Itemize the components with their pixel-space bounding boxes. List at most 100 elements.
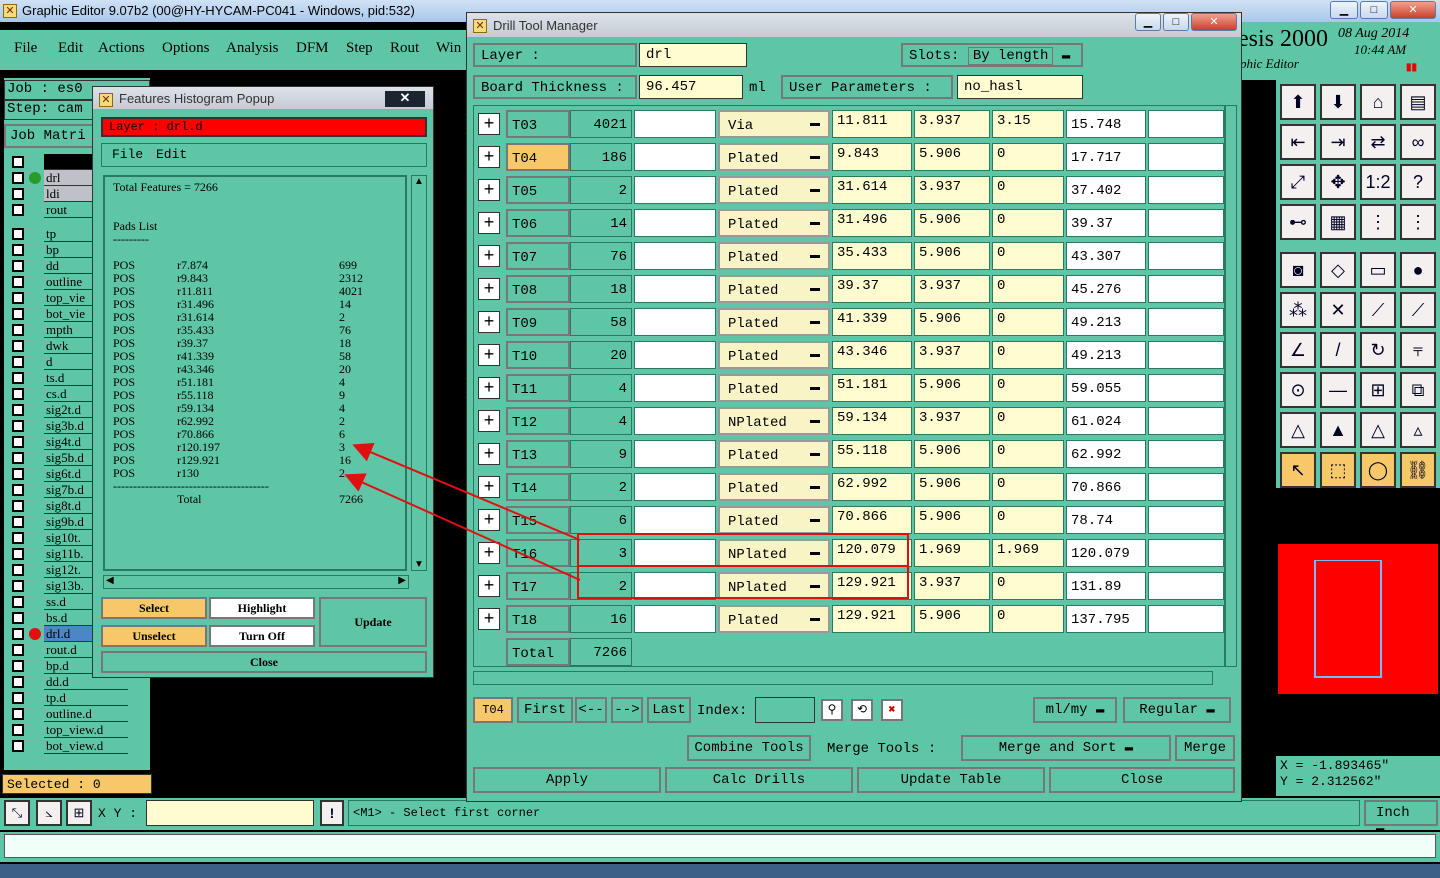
tool-tol-plus[interactable]: 3.937	[914, 176, 990, 204]
tool-drill-size[interactable]: 37.402	[1066, 176, 1146, 204]
rotate-icon[interactable]: ↻	[1360, 332, 1396, 368]
connect-icon[interactable]: ⁂	[1280, 292, 1316, 328]
tool-drill-size[interactable]: 43.307	[1066, 242, 1146, 270]
tool-extra-input[interactable]	[1148, 572, 1224, 600]
tool-tol-minus[interactable]: 3.15	[992, 110, 1064, 138]
menu-rout[interactable]: Rout	[390, 40, 419, 57]
tool-tol-plus[interactable]: 5.906	[914, 440, 990, 468]
layer-checkbox[interactable]	[12, 188, 24, 200]
tool-size[interactable]: 31.496	[832, 209, 912, 237]
tool-tol-minus[interactable]: 0	[992, 407, 1064, 435]
ruler-icon[interactable]: ⊷	[1280, 204, 1316, 240]
layer-checkbox[interactable]	[12, 340, 24, 352]
tool-finish-input[interactable]	[634, 242, 716, 270]
snap-icon[interactable]: ◙	[1280, 252, 1316, 288]
hist-menu-edit[interactable]: Edit	[156, 147, 187, 162]
tool-tol-minus[interactable]: 0	[992, 275, 1064, 303]
tool-size[interactable]: 62.992	[832, 473, 912, 501]
tool-tol-plus[interactable]: 3.937	[914, 275, 990, 303]
layer-checkbox[interactable]	[12, 692, 24, 704]
tool-size[interactable]: 31.614	[832, 176, 912, 204]
tool-extra-input[interactable]	[1148, 209, 1224, 237]
layer-checkbox[interactable]	[12, 548, 24, 560]
layer-checkbox[interactable]	[12, 260, 24, 272]
tool-size[interactable]: 59.134	[832, 407, 912, 435]
tool-finish-input[interactable]	[634, 440, 716, 468]
fit-icon[interactable]: ⤢	[1280, 164, 1316, 200]
tool-extra-input[interactable]	[1148, 407, 1224, 435]
layer-up-icon[interactable]: ⋮	[1360, 204, 1396, 240]
expand-icon[interactable]: +	[478, 179, 500, 201]
layer-checkbox[interactable]	[12, 452, 24, 464]
layer-checkbox[interactable]	[12, 724, 24, 736]
tool-extra-input[interactable]	[1148, 110, 1224, 138]
export-icon[interactable]: ⇥	[1320, 124, 1356, 160]
layer-checkbox[interactable]	[12, 308, 24, 320]
tool-tol-minus[interactable]: 0	[992, 473, 1064, 501]
tool-tol-plus[interactable]: 5.906	[914, 506, 990, 534]
close-main-button[interactable]: ✕	[1390, 1, 1436, 19]
table-vscrollbar[interactable]	[1225, 105, 1237, 667]
tool-finish-input[interactable]	[634, 209, 716, 237]
hist-close-icon[interactable]: ✕	[385, 91, 425, 107]
tool-name[interactable]: T10	[506, 341, 570, 369]
tool-finish-input[interactable]	[634, 110, 716, 138]
tri4-icon[interactable]: ▵	[1400, 412, 1436, 448]
tool-finish-input[interactable]	[634, 176, 716, 204]
tool-drill-size[interactable]: 78.74	[1066, 506, 1146, 534]
expand-icon[interactable]: +	[478, 476, 500, 498]
dtm-minimize-button[interactable]: ▁	[1135, 13, 1161, 31]
expand-icon[interactable]: +	[478, 608, 500, 630]
hist-close-button[interactable]: Close	[101, 651, 427, 673]
grid-icon[interactable]: ⊞	[66, 800, 92, 826]
tri3-icon[interactable]: △	[1360, 412, 1396, 448]
layer-checkbox[interactable]	[12, 156, 24, 168]
edit-shape-icon[interactable]: ◇	[1320, 252, 1356, 288]
grid-icon[interactable]: ▦	[1320, 204, 1356, 240]
tool-drill-size[interactable]: 15.748	[1066, 110, 1146, 138]
xy-input[interactable]	[146, 800, 314, 826]
layer-checkbox[interactable]	[12, 228, 24, 240]
tool-extra-input[interactable]	[1148, 605, 1224, 633]
layer-checkbox[interactable]	[12, 628, 24, 640]
tool-drill-size[interactable]: 59.055	[1066, 374, 1146, 402]
tool-tol-plus[interactable]: 5.906	[914, 308, 990, 336]
tool-tol-minus[interactable]: 0	[992, 242, 1064, 270]
tool-size[interactable]: 9.843	[832, 143, 912, 171]
tool-tol-minus[interactable]: 0	[992, 308, 1064, 336]
select-box-icon[interactable]: ⬚	[1320, 452, 1356, 488]
layer-checkbox[interactable]	[12, 172, 24, 184]
units-select[interactable]: Inch ▬	[1364, 800, 1438, 837]
panel-icon[interactable]: ▤	[1400, 84, 1436, 120]
slots-select[interactable]: Slots: By length ▬	[901, 43, 1083, 67]
tool-finish-input[interactable]	[634, 341, 716, 369]
loop-icon[interactable]: ∞	[1400, 124, 1436, 160]
tool-size[interactable]: 43.346	[832, 341, 912, 369]
help-icon[interactable]: ?	[1400, 164, 1436, 200]
select-net-icon[interactable]: ⛓	[1400, 452, 1436, 488]
measure-icon[interactable]: ⦣	[36, 800, 62, 826]
command-input[interactable]	[4, 834, 1436, 858]
tool-size[interactable]: 120.079	[832, 539, 912, 567]
layer-checkbox[interactable]	[12, 676, 24, 688]
swap-icon[interactable]: ⇄	[1360, 124, 1396, 160]
expand-icon[interactable]: +	[478, 146, 500, 168]
tool-name[interactable]: T12	[506, 407, 570, 435]
expand-icon[interactable]: +	[478, 377, 500, 399]
prev-button[interactable]: <--	[575, 697, 607, 723]
tool-extra-input[interactable]	[1148, 242, 1224, 270]
center-icon[interactable]: ✥	[1320, 164, 1356, 200]
update-button[interactable]: Update	[319, 597, 427, 647]
mirror-icon[interactable]: ⫧	[1400, 332, 1436, 368]
tool-tol-plus[interactable]: 5.906	[914, 374, 990, 402]
dtm-maximize-button[interactable]: □	[1163, 13, 1189, 31]
first-button[interactable]: First	[517, 697, 573, 723]
dot-icon[interactable]: ●	[1400, 252, 1436, 288]
tool-tol-plus[interactable]: 5.906	[914, 605, 990, 633]
cross-icon[interactable]: ✕	[1320, 292, 1356, 328]
expand-icon[interactable]: +	[478, 311, 500, 333]
tool-extra-input[interactable]	[1148, 539, 1224, 567]
tool-finish-input[interactable]	[634, 506, 716, 534]
layer-checkbox[interactable]	[12, 356, 24, 368]
tool-tol-minus[interactable]: 0	[992, 572, 1064, 600]
